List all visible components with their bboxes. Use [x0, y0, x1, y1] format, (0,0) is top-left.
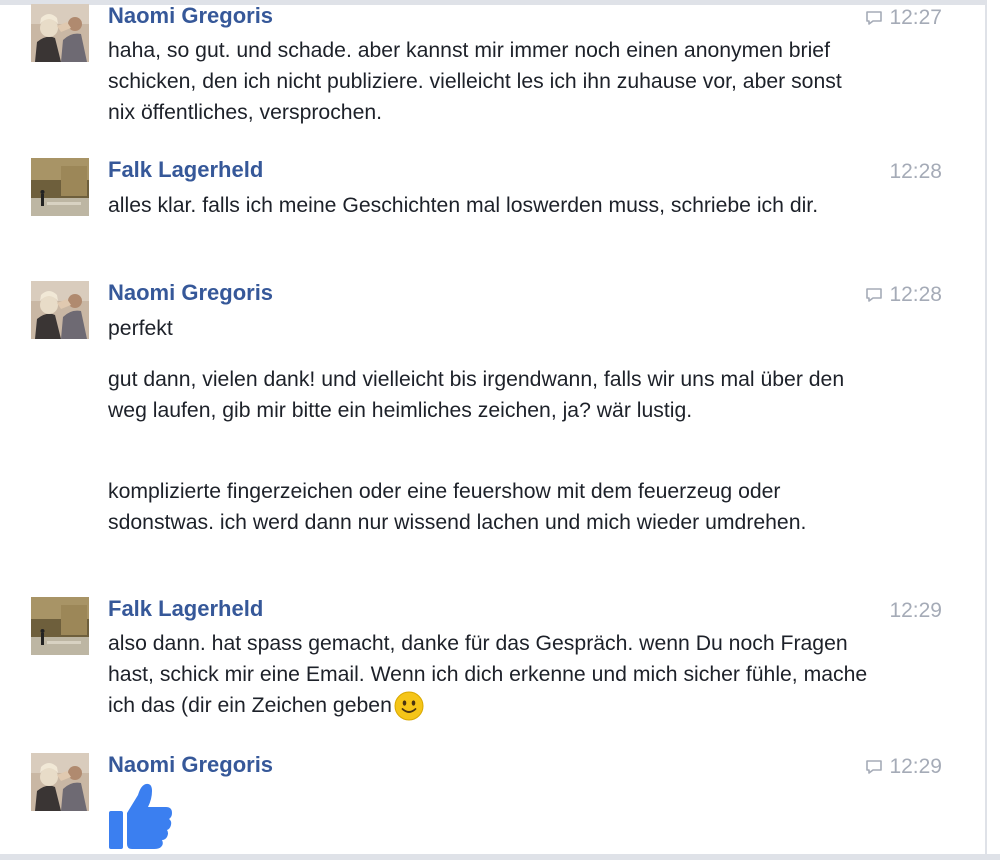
- message-timestamp[interactable]: 12:28: [865, 281, 942, 309]
- timestamp-text: 12:27: [889, 6, 942, 29]
- sender-name[interactable]: Falk Lagerheld: [108, 156, 263, 184]
- comment-icon[interactable]: [865, 286, 883, 304]
- message-text: also dann. hat spass gemacht, danke für …: [108, 628, 868, 721]
- timestamp-text: 12:29: [889, 599, 942, 622]
- message-text: komplizierte fingerzeichen oder eine feu…: [108, 480, 807, 534]
- avatar-falk-lagerheld[interactable]: [31, 597, 89, 655]
- timestamp-text: 12:29: [889, 755, 942, 778]
- message-timestamp[interactable]: 12:29: [889, 597, 942, 625]
- comment-icon[interactable]: [865, 9, 883, 27]
- sender-name[interactable]: Naomi Gregoris: [108, 751, 273, 779]
- avatar-naomi-gregoris[interactable]: [31, 753, 89, 811]
- message-text-content: also dann. hat spass gemacht, danke für …: [108, 632, 868, 717]
- window-bottom-border: [0, 854, 1000, 860]
- sender-name[interactable]: Falk Lagerheld: [108, 595, 263, 623]
- timestamp-text: 12:28: [889, 283, 942, 306]
- smiley-emoji: [394, 691, 424, 721]
- sender-name[interactable]: Naomi Gregoris: [108, 279, 273, 307]
- message-text: perfekt: [108, 317, 173, 340]
- message-text: haha, so gut. und schade. aber kannst mi…: [108, 39, 842, 124]
- timestamp-text: 12:28: [889, 160, 942, 183]
- message-text: alles klar. falls ich meine Geschichten …: [108, 194, 819, 217]
- sender-name[interactable]: Naomi Gregoris: [108, 2, 273, 30]
- avatar-naomi-gregoris[interactable]: [31, 4, 89, 62]
- message-timestamp[interactable]: 12:27: [865, 4, 942, 32]
- thumbs-up-icon[interactable]: [108, 781, 174, 851]
- scrollbar-track[interactable]: [985, 0, 1000, 860]
- message-timestamp[interactable]: 12:29: [865, 753, 942, 781]
- avatar-naomi-gregoris[interactable]: [31, 281, 89, 339]
- message-text: gut dann, vielen dank! und vielleicht bi…: [108, 368, 845, 422]
- message-timestamp[interactable]: 12:28: [889, 158, 942, 186]
- comment-icon[interactable]: [865, 758, 883, 776]
- avatar-falk-lagerheld[interactable]: [31, 158, 89, 216]
